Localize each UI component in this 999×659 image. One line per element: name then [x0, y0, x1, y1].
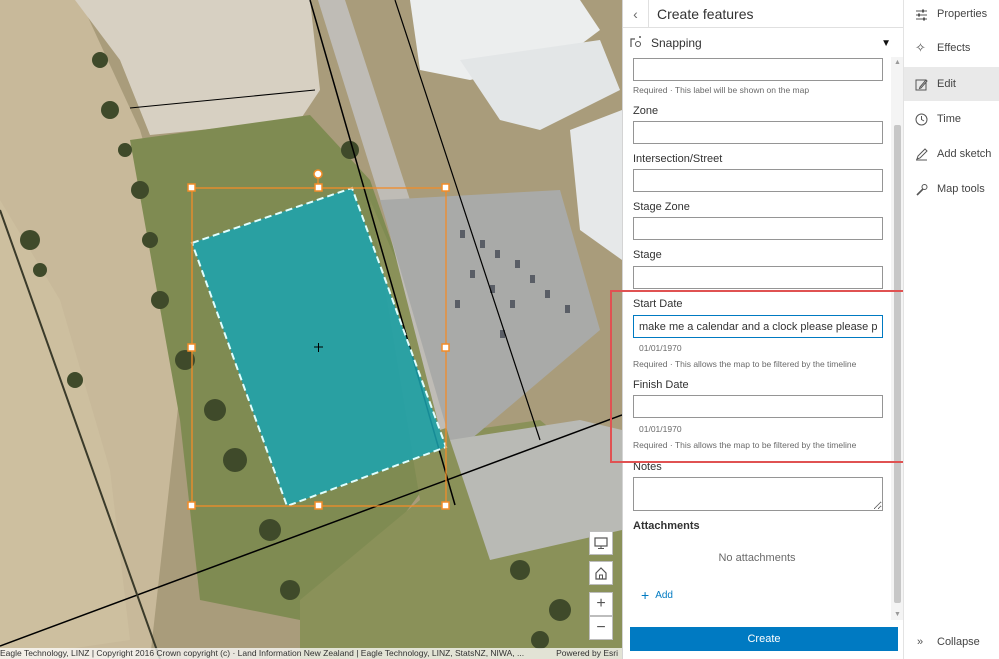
map-attribution: Eagle Technology, LINZ | Copyright 2016 … — [0, 648, 622, 659]
caret-down-icon: ▼ — [881, 37, 891, 49]
back-button[interactable]: ‹ — [623, 0, 649, 28]
label-field-hint: Required · This label will be shown on t… — [633, 85, 810, 95]
panel-header: ‹ Create features — [623, 0, 904, 28]
zone-field[interactable] — [633, 121, 883, 144]
screen-icon[interactable] — [589, 531, 613, 555]
collapse-label: Collapse — [937, 636, 980, 648]
toolbar-item-label: Map tools — [937, 183, 985, 195]
chevron-left-icon: ‹ — [633, 5, 638, 22]
stage-zone-label: Stage Zone — [633, 201, 690, 213]
no-attachments-text: No attachments — [718, 552, 796, 564]
aerial-imagery — [0, 0, 622, 659]
snapping-dropdown[interactable]: Snapping ▼ — [629, 31, 891, 55]
collapse-button[interactable]: » Collapse — [904, 630, 999, 654]
label-field[interactable] — [633, 58, 883, 81]
zone-label: Zone — [633, 105, 659, 117]
stage-label: Stage — [633, 249, 662, 261]
annotation-highlight-box — [610, 290, 917, 463]
zoom-in-icon: + — [596, 595, 606, 612]
pen-icon — [915, 147, 937, 161]
add-attachment-label: Add — [655, 589, 673, 601]
attribution-text: Eagle Technology, LINZ | Copyright 2016 … — [0, 648, 525, 658]
toolbar-item-label: Add sketch — [937, 148, 992, 160]
snapping-label: Snapping — [651, 36, 702, 50]
scroll-down-icon[interactable]: ▼ — [893, 611, 902, 618]
panel-title: Create features — [657, 5, 754, 22]
create-button[interactable]: Create — [630, 627, 898, 651]
toolbar-item-edit[interactable]: Edit — [904, 67, 999, 101]
stage-zone-field[interactable] — [633, 217, 883, 240]
clock-icon — [915, 113, 937, 126]
toolbar-item-properties[interactable]: Properties — [904, 0, 999, 31]
toolbar-item-label: Properties — [937, 8, 988, 20]
powered-by-esri[interactable]: Powered by Esri — [556, 648, 618, 659]
toolbar-item-effects[interactable]: ✧ Effects — [904, 31, 999, 65]
zoom-out-icon: − — [596, 619, 606, 636]
zoom-out-button[interactable]: − — [589, 616, 613, 640]
sparkle-icon: ✧ — [915, 40, 926, 55]
pencil-square-icon — [915, 78, 937, 91]
toolbar-item-label: Effects — [937, 42, 971, 54]
home-icon[interactable] — [589, 561, 613, 585]
scroll-up-icon[interactable]: ▲ — [893, 59, 902, 66]
toolbar-item-time[interactable]: Time — [904, 102, 999, 136]
zoom-in-button[interactable]: + — [589, 592, 613, 616]
toolbar-item-label: Time — [937, 113, 962, 125]
map-view[interactable]: + − Eagle Technology, LINZ | Copyright 2… — [0, 0, 622, 659]
double-chevron-right-icon: » — [917, 636, 924, 648]
toolbar-item-add-sketch[interactable]: Add sketch — [904, 137, 999, 171]
toolbar-item-label: Edit — [937, 78, 956, 90]
wrench-icon — [915, 183, 937, 196]
right-toolbar: Properties ✧ Effects Edit Time Add sketc… — [903, 0, 999, 659]
attachments-title: Attachments — [633, 520, 700, 532]
intersection-street-field[interactable] — [633, 169, 883, 192]
rotate-handle[interactable] — [313, 169, 323, 179]
intersection-street-label: Intersection/Street — [633, 153, 723, 165]
notes-field[interactable] — [633, 477, 883, 511]
toolbar-item-map-tools[interactable]: Map tools — [904, 172, 999, 206]
add-attachment-button[interactable]: + Add — [641, 587, 673, 603]
snapping-icon — [629, 35, 647, 52]
stage-field[interactable] — [633, 266, 883, 289]
sliders-icon — [915, 8, 937, 21]
plus-icon: + — [641, 587, 650, 603]
